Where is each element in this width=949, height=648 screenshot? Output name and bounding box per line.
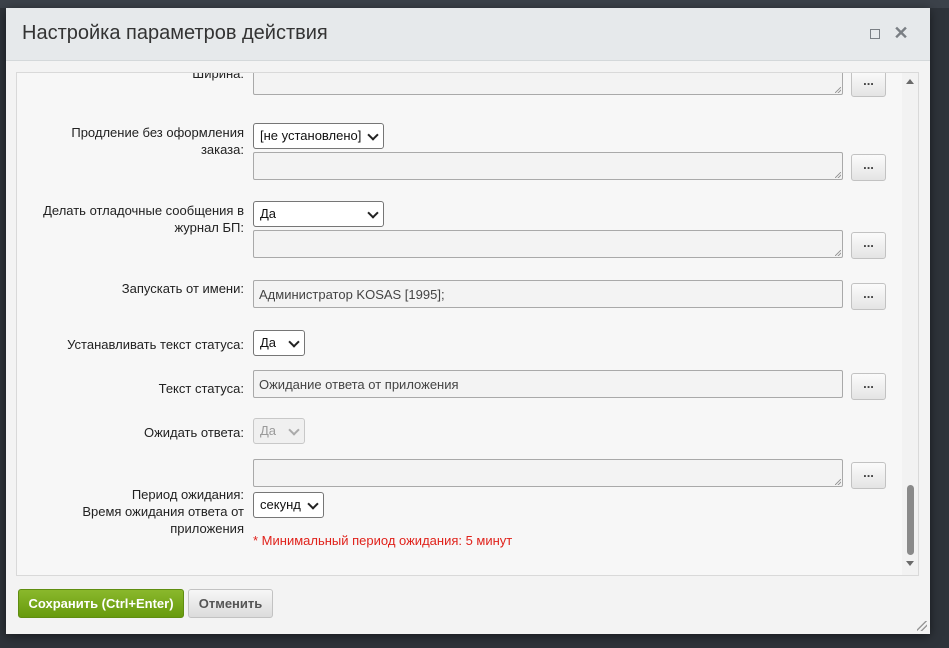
status-text-label: Текст статуса: <box>158 381 244 396</box>
debug-select-value: Да <box>260 206 277 221</box>
resize-grip-icon[interactable] <box>917 621 927 631</box>
scroll-down-icon[interactable] <box>906 561 914 566</box>
form-scrollbar[interactable] <box>902 73 918 575</box>
dialog-titlebar[interactable]: Настройка параметров действия ✕ <box>6 8 930 61</box>
set-status-label: Устанавливать текст статуса: <box>67 337 244 352</box>
background <box>0 0 949 8</box>
run-as-label: Запускать от имени: <box>121 281 244 296</box>
settings-form: Ширина: ... Продление без оформления зак… <box>16 72 919 576</box>
set-status-select[interactable]: Да <box>253 330 305 356</box>
scroll-up-icon[interactable] <box>906 79 914 84</box>
width-dots-button[interactable]: ... <box>851 73 886 97</box>
debug-label: Делать отладочные сообщения в журнал БП: <box>43 203 244 235</box>
wait-response-label: Ожидать ответа: <box>143 425 244 440</box>
width-input[interactable] <box>253 73 843 95</box>
extension-label: Продление без оформления заказа: <box>71 125 244 157</box>
save-button[interactable]: Сохранить (Ctrl+Enter) <box>18 589 184 618</box>
width-label: Ширина: <box>192 72 244 81</box>
wait-unit-select-value: секунд <box>260 497 301 512</box>
extension-input[interactable] <box>253 152 843 180</box>
wait-period-dots-button[interactable]: ... <box>851 462 886 489</box>
wait-unit-select[interactable]: секунд <box>253 492 324 518</box>
extension-dots-button[interactable]: ... <box>851 154 886 181</box>
min-period-note: * Минимальный период ожидания: 5 минут <box>253 533 513 548</box>
status-text-input[interactable]: Ожидание ответа от приложения <box>253 370 843 398</box>
extension-select-value: [не установлено] <box>260 128 362 143</box>
cancel-button[interactable]: Отменить <box>188 589 273 618</box>
maximize-icon[interactable] <box>866 23 884 45</box>
debug-input[interactable] <box>253 230 843 258</box>
run-as-dots-button[interactable]: ... <box>851 283 886 310</box>
wait-response-select[interactable]: Да <box>253 418 305 444</box>
run-as-input[interactable]: Администратор KOSAS [1995]; <box>253 280 843 308</box>
dialog-title: Настройка параметров действия <box>22 22 328 44</box>
set-status-select-value: Да <box>260 335 277 350</box>
scrollbar-thumb[interactable] <box>907 485 914 555</box>
debug-select[interactable]: Да <box>253 201 384 227</box>
action-settings-dialog: Настройка параметров действия ✕ Ширина: … <box>6 8 930 634</box>
status-text-dots-button[interactable]: ... <box>851 373 886 400</box>
wait-response-select-value: Да <box>260 423 277 438</box>
close-icon[interactable]: ✕ <box>892 23 910 43</box>
wait-time-label: Время ожидания ответа от приложения <box>82 504 244 536</box>
extension-select[interactable]: [не установлено] <box>253 123 384 149</box>
wait-period-label: Период ожидания: <box>131 487 244 502</box>
debug-dots-button[interactable]: ... <box>851 232 886 259</box>
wait-period-input[interactable] <box>253 459 843 487</box>
